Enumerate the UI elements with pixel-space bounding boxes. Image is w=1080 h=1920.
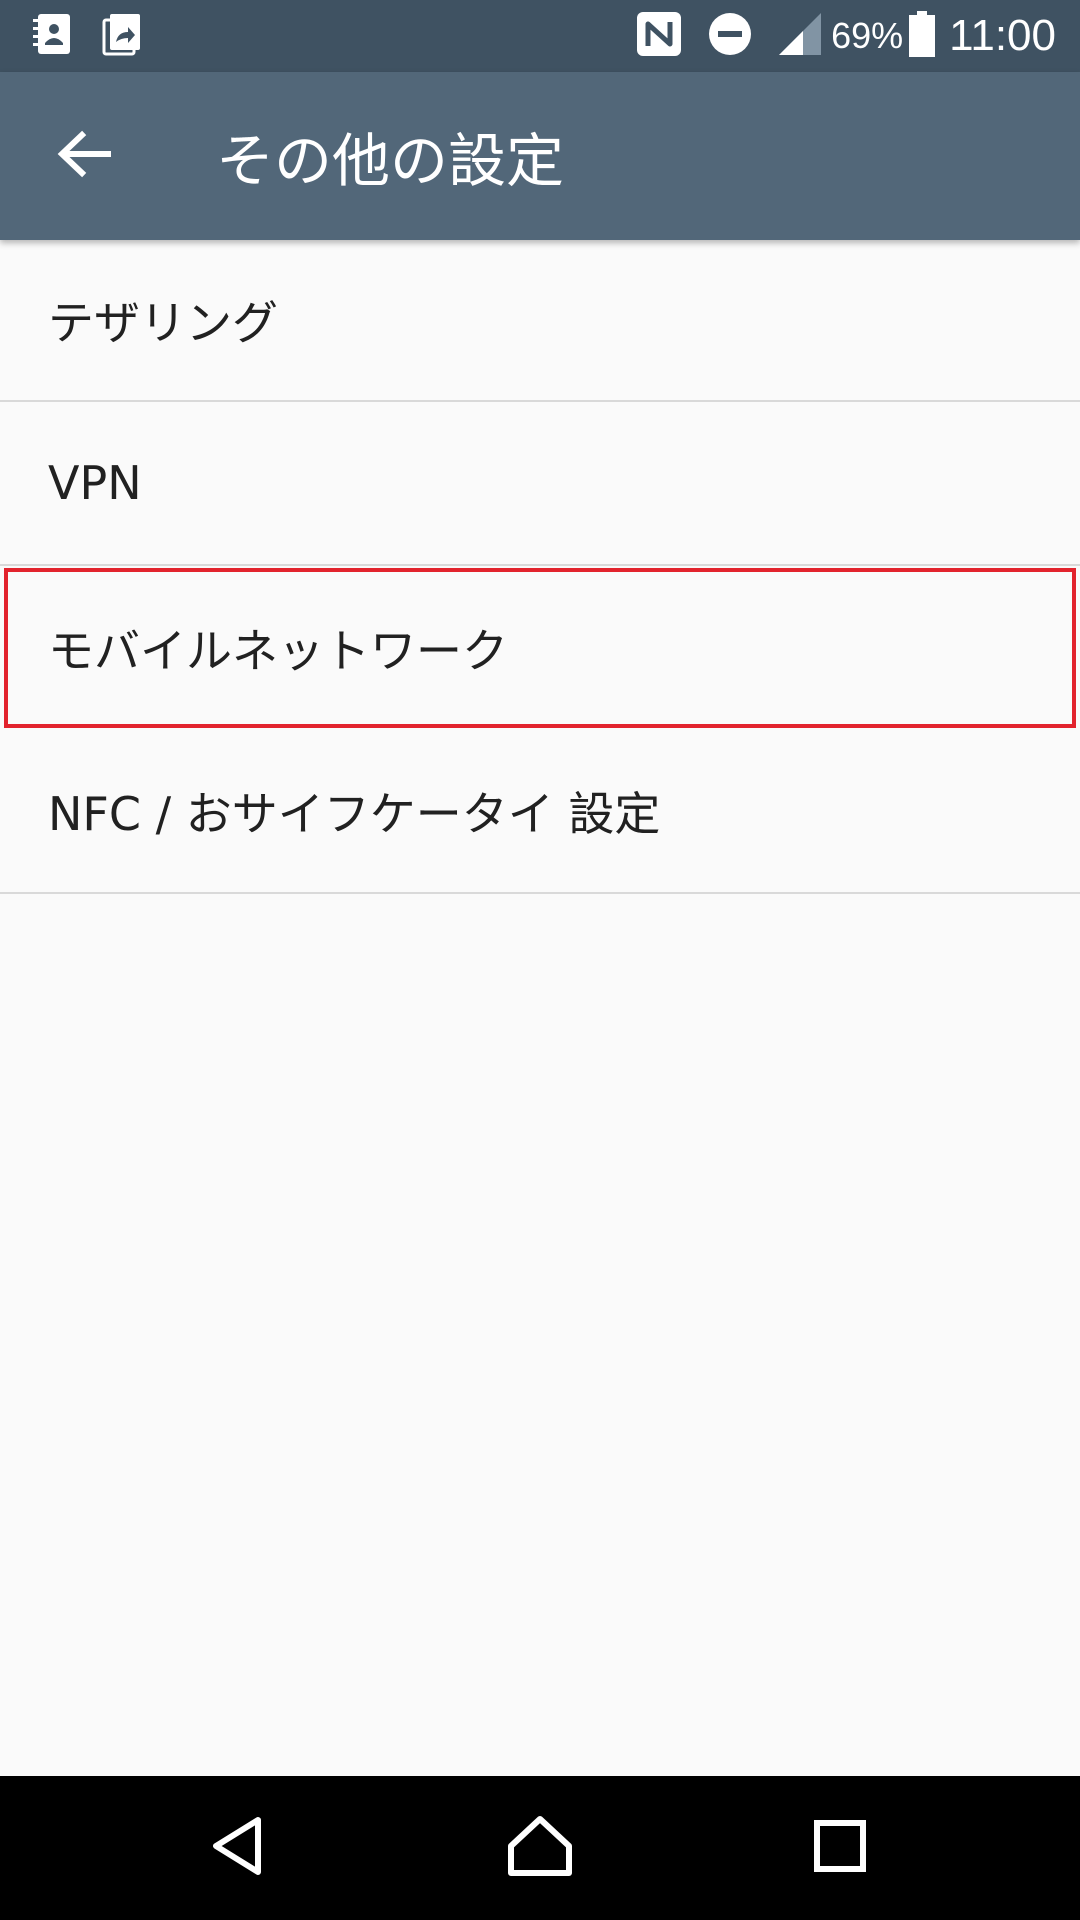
- page-title: その他の設定: [216, 127, 565, 195]
- list-item-tethering[interactable]: テザリング: [0, 240, 1080, 402]
- nav-back-button[interactable]: [190, 1798, 290, 1898]
- nav-recents-button[interactable]: [790, 1798, 890, 1898]
- contacts-icon: [30, 12, 74, 60]
- arrow-back-icon: [56, 126, 112, 186]
- status-bar-right: 69% 11:00: [635, 8, 1056, 64]
- nfc-icon: [635, 10, 683, 62]
- screen-share-icon: [100, 12, 144, 60]
- list-item-mobile-network[interactable]: モバイルネットワーク: [0, 566, 1080, 730]
- list-item-nfc[interactable]: NFC / おサイフケータイ 設定: [0, 730, 1080, 894]
- status-bar: 69% 11:00: [0, 0, 1080, 72]
- battery-icon: [909, 11, 936, 61]
- nav-home-button[interactable]: [490, 1798, 590, 1898]
- battery-percent: 69%: [831, 15, 904, 56]
- signal-icon: [777, 11, 823, 61]
- list-item-vpn[interactable]: VPN: [0, 402, 1080, 566]
- clock: 11:00: [949, 11, 1056, 60]
- back-button[interactable]: [36, 108, 132, 204]
- status-bar-left: [30, 12, 144, 60]
- settings-list: テザリング VPN モバイルネットワーク NFC / おサイフケータイ 設定: [0, 240, 1080, 894]
- app-bar: その他の設定: [0, 72, 1080, 240]
- navigation-bar: [0, 1776, 1080, 1920]
- home-icon: [507, 1813, 573, 1883]
- list-item-label: モバイルネットワーク: [48, 624, 508, 678]
- list-item-label: テザリング: [48, 296, 278, 350]
- list-item-label: NFC / おサイフケータイ 設定: [48, 787, 661, 841]
- back-triangle-icon: [208, 1814, 272, 1882]
- recents-icon: [812, 1818, 868, 1878]
- list-item-label: VPN: [48, 456, 142, 510]
- do-not-disturb-icon: [707, 11, 753, 61]
